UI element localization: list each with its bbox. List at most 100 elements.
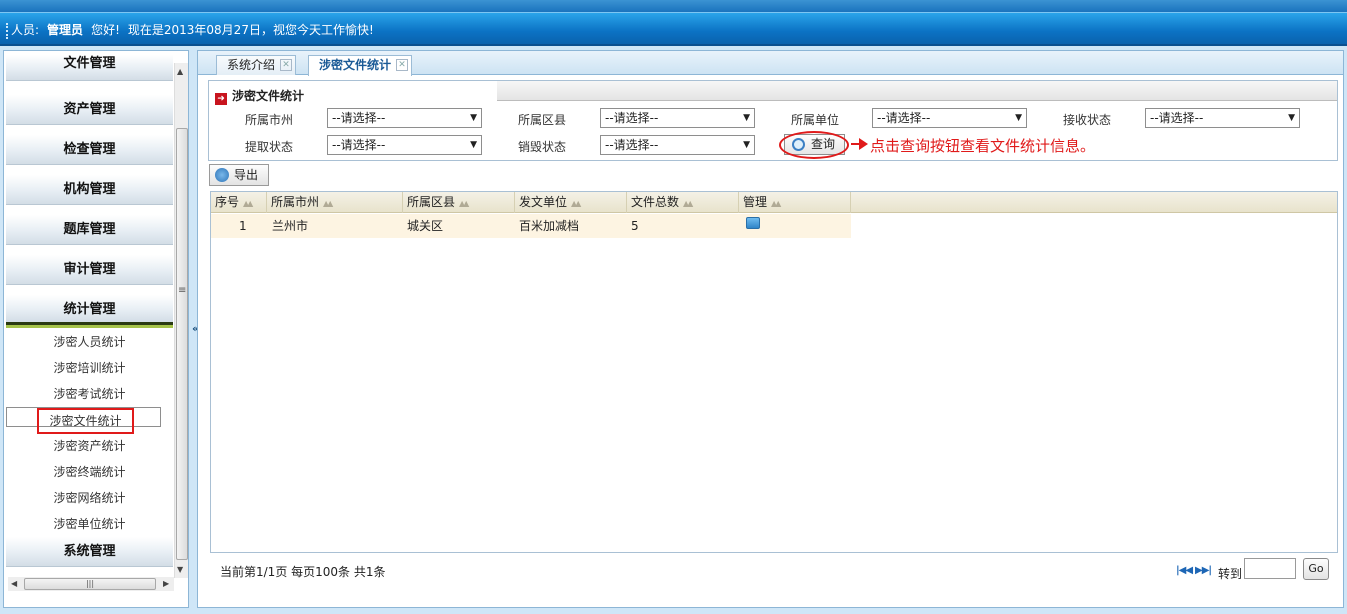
grid-header: 序号 ▲▲ 所属市州 ▲▲ 所属区县 ▲▲ 发文单位 ▲▲ 文件总数 ▲▲ 管理 ▲▲ xyxy=(211,192,1337,213)
search-panel-title-text: 涉密文件统计 xyxy=(232,89,305,103)
data-grid: 序号 ▲▲ 所属市州 ▲▲ 所属区县 ▲▲ 发文单位 ▲▲ 文件总数 ▲▲ 管理 ▲▲ 1 … xyxy=(210,191,1338,553)
scroll-right-icon[interactable]: ▶ xyxy=(163,579,169,588)
cell-city: 兰州市 xyxy=(272,219,309,233)
destroy-status-select[interactable]: --请选择-- ▼ xyxy=(600,135,755,155)
destroy-status-label: 销毁状态 xyxy=(518,140,567,154)
grip-dots xyxy=(6,22,8,39)
receive-status-select-value: --请选择-- xyxy=(1150,111,1204,125)
city-label: 所属市州 xyxy=(245,113,294,127)
sort-icon: ▲▲ xyxy=(683,199,693,208)
goto-page-input[interactable] xyxy=(1244,558,1296,579)
tab-file-stats-label: 涉密文件统计 xyxy=(319,58,392,72)
tab-file-stats[interactable]: 涉密文件统计 ✕ xyxy=(308,55,413,76)
close-icon[interactable]: ✕ xyxy=(396,59,409,71)
sidebar-vertical-scrollbar[interactable]: ▲ ≡ ▼ xyxy=(174,63,188,578)
sub-unit-stats[interactable]: 涉密单位统计 xyxy=(6,511,173,537)
menu-statistics-management[interactable]: 统计管理 xyxy=(6,295,173,325)
sub-personnel-stats[interactable]: 涉密人员统计 xyxy=(6,329,173,355)
unit-label: 所属单位 xyxy=(791,113,840,127)
sub-exam-stats[interactable]: 涉密考试统计 xyxy=(6,381,173,407)
dropdown-arrow-icon: ▼ xyxy=(743,113,750,123)
col-district[interactable]: 所属区县 ▲▲ xyxy=(403,192,515,213)
highlight-ring xyxy=(779,131,849,159)
annotation-hint: 点击查询按钮查看文件统计信息。 xyxy=(870,137,1096,155)
menu-audit-management[interactable]: 审计管理 xyxy=(6,255,173,285)
scroll-left-icon[interactable]: ◀ xyxy=(11,579,17,588)
dropdown-arrow-icon: ▼ xyxy=(470,113,477,123)
sub-training-stats[interactable]: 涉密培训统计 xyxy=(6,355,173,381)
top-banner xyxy=(0,0,1347,12)
sidebar-horizontal-scrollbar[interactable]: ◀ ||| ▶ xyxy=(8,577,174,591)
scroll-down-icon[interactable]: ▼ xyxy=(177,565,183,574)
status-bar: 人员: 管理员 您好! 现在是2013年08月27日，视您今天工作愉快! xyxy=(0,12,1347,46)
col-manage[interactable]: 管理 ▲▲ xyxy=(739,192,851,213)
user-label: 人员: xyxy=(11,23,40,37)
menu-file-management[interactable]: 文件管理 xyxy=(6,55,173,81)
col-total-label: 文件总数 xyxy=(631,195,680,209)
cell-index: 1 xyxy=(239,219,247,233)
view-details-icon[interactable] xyxy=(746,217,760,229)
last-page-icon[interactable]: ▶▶| xyxy=(1195,565,1212,576)
city-select[interactable]: --请选择-- ▼ xyxy=(327,108,482,128)
receive-status-label: 接收状态 xyxy=(1063,113,1112,127)
goto-label: 转到 xyxy=(1218,567,1243,581)
col-manage-label: 管理 xyxy=(743,195,768,209)
sort-icon: ▲▲ xyxy=(243,199,253,208)
dropdown-arrow-icon: ▼ xyxy=(470,140,477,150)
cell-total: 5 xyxy=(631,219,639,233)
user-name: 管理员 xyxy=(47,23,84,37)
sort-icon: ▲▲ xyxy=(571,199,581,208)
greeting: 您好! xyxy=(91,23,120,37)
sort-icon: ▲▲ xyxy=(323,199,333,208)
sub-terminal-stats[interactable]: 涉密终端统计 xyxy=(6,459,173,485)
menu-asset-management[interactable]: 资产管理 xyxy=(6,95,173,125)
hscroll-thumb[interactable]: ||| xyxy=(24,578,156,590)
pager: 当前第1/1页 每页100条 共1条 |◀◀ ▶▶| 转到 Go xyxy=(210,553,1338,591)
district-select[interactable]: --请选择-- ▼ xyxy=(600,108,755,128)
menu-system-management[interactable]: 系统管理 xyxy=(6,537,173,567)
annotation-arrow-icon xyxy=(859,138,868,150)
search-panel-title: ➜ 涉密文件统计 xyxy=(215,87,304,105)
tab-system-intro[interactable]: 系统介绍 ✕ xyxy=(216,55,297,75)
city-select-value: --请选择-- xyxy=(332,111,386,125)
export-button[interactable]: 导出 xyxy=(209,164,269,186)
extract-status-label: 提取状态 xyxy=(245,140,294,154)
first-page-icon[interactable]: |◀◀ xyxy=(1176,565,1193,576)
col-index[interactable]: 序号 ▲▲ xyxy=(211,192,267,213)
search-panel-title-rule xyxy=(497,81,1337,101)
sub-asset-stats[interactable]: 涉密资产统计 xyxy=(6,433,173,459)
menu-org-management[interactable]: 机构管理 xyxy=(6,175,173,205)
sidebar: 文件管理 资产管理 检查管理 机构管理 题库管理 审计管理 统计管理 涉密人员统… xyxy=(3,50,189,608)
dropdown-arrow-icon: ▼ xyxy=(743,140,750,150)
col-unit-label: 发文单位 xyxy=(519,195,568,209)
col-total[interactable]: 文件总数 ▲▲ xyxy=(627,192,739,213)
col-unit[interactable]: 发文单位 ▲▲ xyxy=(515,192,627,213)
unit-select[interactable]: --请选择-- ▼ xyxy=(872,108,1027,128)
menu-inspection-management[interactable]: 检查管理 xyxy=(6,135,173,165)
sub-file-stats[interactable]: 涉密文件统计 xyxy=(6,407,161,434)
col-city[interactable]: 所属市州 ▲▲ xyxy=(267,192,403,213)
pager-info: 当前第1/1页 每页100条 共1条 xyxy=(220,565,386,579)
close-icon[interactable]: ✕ xyxy=(280,59,293,71)
dropdown-arrow-icon: ▼ xyxy=(1288,113,1295,123)
go-button[interactable]: Go xyxy=(1303,558,1329,580)
sub-file-stats-label: 涉密文件统计 xyxy=(37,408,134,434)
district-select-value: --请选择-- xyxy=(605,111,659,125)
extract-status-select-value: --请选择-- xyxy=(332,138,386,152)
col-index-label: 序号 xyxy=(215,195,240,209)
extract-status-select[interactable]: --请选择-- ▼ xyxy=(327,135,482,155)
district-label: 所属区县 xyxy=(518,113,567,127)
table-row[interactable]: 1 兰州市 城关区 百米加减档 5 xyxy=(211,214,851,238)
cell-district: 城关区 xyxy=(407,219,444,233)
menu-question-bank[interactable]: 题库管理 xyxy=(6,215,173,245)
destroy-status-select-value: --请选择-- xyxy=(605,138,659,152)
sub-network-stats[interactable]: 涉密网络统计 xyxy=(6,485,173,511)
export-button-label: 导出 xyxy=(234,168,259,182)
col-district-label: 所属区县 xyxy=(407,195,456,209)
sort-icon: ▲▲ xyxy=(771,199,781,208)
receive-status-select[interactable]: --请选择-- ▼ xyxy=(1145,108,1300,128)
scroll-thumb[interactable] xyxy=(176,128,188,560)
export-icon xyxy=(215,168,229,182)
cell-unit: 百米加减档 xyxy=(519,219,580,233)
scroll-up-icon[interactable]: ▲ xyxy=(177,67,183,76)
